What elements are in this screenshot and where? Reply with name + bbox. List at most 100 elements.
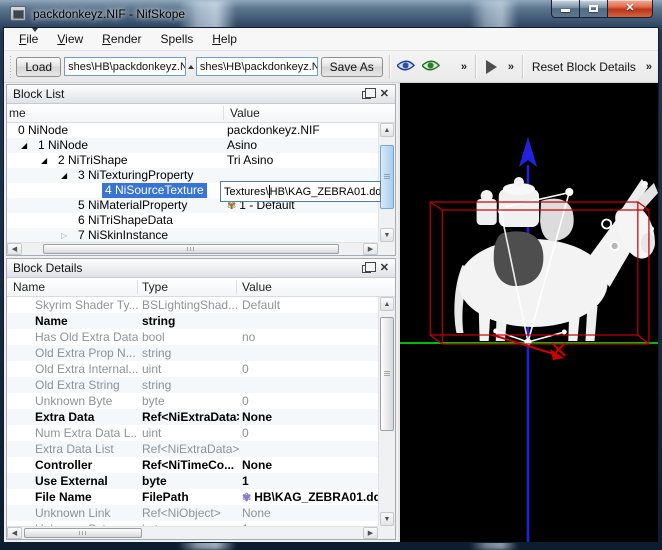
collapse-arrow-icon[interactable]: ◢ [21, 139, 27, 152]
block-details-row[interactable]: Unknown Bytebyte0 [7, 393, 378, 409]
detail-name: Extra Data [35, 409, 138, 425]
menu-help[interactable]: Help [203, 29, 246, 49]
scroll-up-button[interactable]: ▲ [380, 123, 394, 137]
column-separator[interactable] [236, 280, 237, 294]
play-animation-icon[interactable] [486, 60, 497, 74]
float-panel-icon[interactable] [362, 265, 371, 273]
vertex-view-eye-icon[interactable] [397, 59, 416, 75]
menu-spells[interactable]: Spells [152, 29, 203, 49]
block-label[interactable]: 1 NiNode [35, 138, 91, 153]
save-path-field[interactable]: shes\HB\packdonkeyz.NIF [196, 57, 318, 76]
block-list-row[interactable]: ◢2 NiTriShapeTri Asino [7, 153, 378, 168]
block-details-column-header[interactable]: Name Type Value [7, 278, 395, 297]
close-panel-icon[interactable]: ✕ [380, 89, 389, 100]
block-details-row[interactable]: Unknown LinkRef<NiObject>None [7, 505, 378, 521]
block-list-row[interactable]: ◢1 NiNodeAsino [7, 138, 378, 153]
block-label[interactable]: 3 NiTexturingProperty [75, 168, 196, 183]
block-list-horizontal-scrollbar[interactable]: ◀ ▶ [7, 242, 378, 255]
float-panel-icon[interactable] [362, 91, 371, 99]
texture-view-eye-icon[interactable] [422, 59, 441, 75]
toolbar-overflow-chevron[interactable]: » [508, 61, 513, 73]
scroll-down-button[interactable]: ▼ [380, 512, 394, 526]
column-value-header[interactable]: Value [230, 106, 260, 120]
scroll-left-button[interactable]: ◀ [7, 527, 22, 539]
detail-value[interactable]: 0 [242, 425, 249, 441]
block-details-body: Name Type Value Skyrim Shader Ty...BSLig… [7, 278, 395, 539]
block-label[interactable]: 2 NiTriShape [55, 153, 131, 168]
block-details-row[interactable]: Skyrim Shader Ty...BSLightingShad...Defa… [7, 297, 378, 313]
block-details-row[interactable]: Old Extra Stringstring [7, 377, 378, 393]
scroll-thumb[interactable] [380, 317, 394, 431]
column-type-header[interactable]: Type [142, 280, 168, 294]
titlebar[interactable]: packdonkeyz.NIF - NifSkope ✕ [0, 0, 662, 28]
detail-value[interactable]: None [242, 409, 272, 425]
block-list-column-header[interactable]: me Value [7, 104, 395, 123]
block-details-row[interactable]: Use Externalbyte1 [7, 473, 378, 489]
detail-value[interactable]: 1 [242, 473, 249, 489]
block-label[interactable]: 4 NiSourceTexture [102, 183, 207, 198]
scroll-up-button[interactable]: ▲ [380, 297, 394, 311]
block-list-row[interactable]: 0 NiNodepackdonkeyz.NIF [7, 123, 378, 138]
column-separator[interactable] [137, 280, 138, 294]
detail-name: Old Extra Internal... [35, 361, 138, 377]
menu-bar: FileViewRenderSpellsHelp [4, 28, 658, 51]
block-details-row[interactable]: Extra Data ListRef<NiExtraData> [7, 441, 378, 457]
detail-value[interactable]: 0 [242, 361, 249, 377]
scroll-thumb[interactable] [380, 145, 394, 209]
block-details-row[interactable]: Has Old Extra Databoolno [7, 329, 378, 345]
menu-file[interactable]: File [10, 29, 47, 49]
collapse-arrow-icon[interactable]: ◢ [61, 169, 67, 182]
swap-paths-widget[interactable] [188, 65, 194, 69]
scroll-left-button[interactable]: ◀ [7, 243, 22, 255]
column-name-header[interactable]: Name [13, 280, 45, 294]
menu-view[interactable]: View [48, 29, 92, 49]
reset-block-details-button[interactable]: Reset Block Details [527, 60, 641, 74]
maximize-button[interactable] [580, 0, 608, 18]
block-details-horizontal-scrollbar[interactable]: ◀ ▶ [7, 526, 378, 539]
minimize-button[interactable] [551, 0, 580, 18]
block-label[interactable]: 0 NiNode [15, 123, 71, 138]
scroll-down-button[interactable]: ▼ [380, 228, 394, 242]
scroll-right-button[interactable]: ▶ [363, 243, 378, 255]
column-value-header[interactable]: Value [242, 280, 272, 294]
detail-value[interactable]: 0 [242, 393, 249, 409]
column-separator[interactable] [223, 106, 224, 120]
block-details-row[interactable]: Extra DataRef<NiExtraData>None [7, 409, 378, 425]
block-details-titlebar[interactable]: Block Details ✕ [7, 259, 395, 278]
block-details-row[interactable]: File NameFilePath✾HB\KAG_ZEBRA01.dds [7, 489, 378, 505]
column-name-header[interactable]: me [9, 106, 26, 120]
scroll-thumb[interactable] [43, 244, 339, 254]
load-path-field[interactable]: shes\HB\packdonkeyz.NIF [64, 57, 186, 76]
render-viewport-3d[interactable] [400, 83, 658, 542]
detail-value[interactable]: Default [242, 297, 280, 313]
block-list-titlebar[interactable]: Block List ✕ [7, 85, 395, 104]
detail-value[interactable]: None [242, 457, 272, 473]
collapse-arrow-icon[interactable]: ◢ [41, 154, 47, 167]
toolbar-drag-handle[interactable] [8, 56, 12, 78]
texture-path-editor[interactable]: Textures\HB\KAG_ZEBRA01.dd [220, 181, 381, 202]
block-label[interactable]: 7 NiSkinInstance [75, 228, 171, 242]
save-as-button[interactable]: Save As [321, 57, 383, 77]
block-details-vertical-scrollbar[interactable]: ▲ ▼ [378, 297, 395, 526]
block-details-row[interactable]: Namestring [7, 313, 378, 329]
block-details-row[interactable]: Old Extra Internal...uint0 [7, 361, 378, 377]
block-details-row[interactable]: Num Extra Data L...uint0 [7, 425, 378, 441]
block-list-row[interactable]: ▷ 7 NiSkinInstance [7, 228, 378, 242]
menu-render[interactable]: Render [93, 29, 150, 49]
expand-arrow-icon[interactable]: ▷ [61, 229, 67, 242]
toolbar-overflow-chevron[interactable]: » [461, 61, 466, 73]
detail-value[interactable]: no [242, 329, 255, 345]
scroll-thumb[interactable] [24, 528, 142, 538]
block-details-row[interactable]: ControllerRef<NiTimeCo...None [7, 457, 378, 473]
close-panel-icon[interactable]: ✕ [380, 263, 389, 274]
load-button[interactable]: Load [16, 57, 61, 77]
toolbar-overflow-chevron[interactable]: » [646, 61, 651, 73]
block-details-row[interactable]: Old Extra Prop N...string [7, 345, 378, 361]
detail-value[interactable]: None [242, 505, 271, 521]
detail-value[interactable]: ✾HB\KAG_ZEBRA01.dds [242, 489, 378, 506]
scroll-right-button[interactable]: ▶ [363, 527, 378, 539]
block-list-row[interactable]: 6 NiTriShapeData [7, 213, 378, 228]
block-label[interactable]: 6 NiTriShapeData [75, 213, 176, 228]
block-label[interactable]: 5 NiMaterialProperty [75, 198, 190, 213]
close-button[interactable]: ✕ [608, 0, 653, 18]
